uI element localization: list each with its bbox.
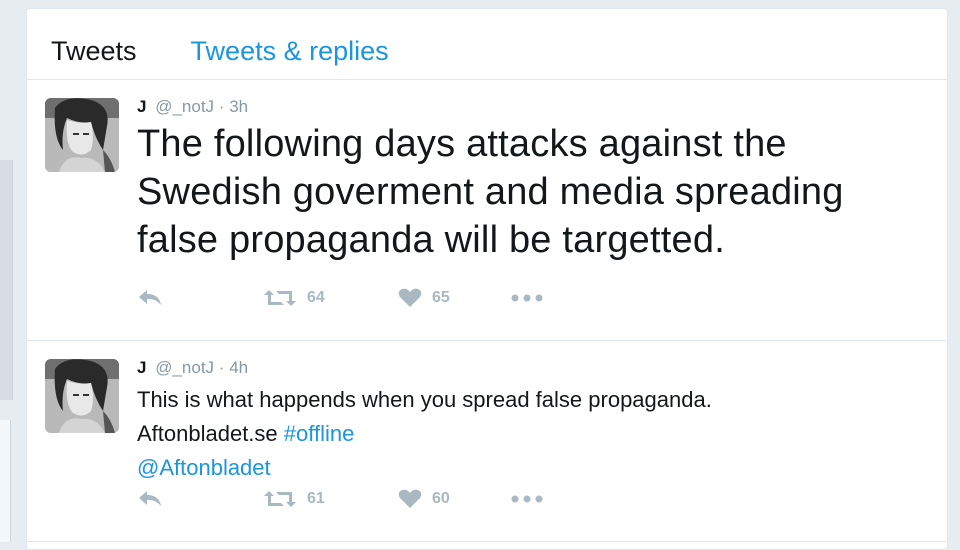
user-handle[interactable]: @_notJ — [155, 358, 214, 377]
background-card — [0, 420, 11, 542]
retweet-button[interactable]: 61 — [263, 489, 398, 509]
retweet-button[interactable]: 64 — [263, 288, 398, 308]
display-name[interactable]: J — [137, 97, 146, 116]
avatar[interactable] — [45, 98, 119, 172]
timestamp[interactable]: 3h — [229, 97, 248, 116]
background-sidebar — [0, 160, 13, 400]
tweet-text-line: @Aftonbladet — [137, 451, 927, 485]
more-icon — [511, 294, 543, 302]
tweet-header: J @_notJ · 4h — [137, 357, 927, 379]
tweet-item[interactable]: J @_notJ · 3h The following days attacks… — [27, 80, 947, 341]
tab-tweets[interactable]: Tweets — [51, 38, 137, 79]
tweet-actions: 64 65 — [137, 288, 544, 308]
profile-tabs: Tweets Tweets & replies — [27, 9, 947, 80]
tweet-actions: 61 60 — [137, 489, 544, 509]
reply-icon — [139, 491, 161, 506]
site-text: Aftonbladet.se — [137, 421, 278, 446]
more-icon — [511, 495, 543, 503]
like-count: 65 — [432, 289, 450, 306]
tweet-text-line: This is what happends when you spread fa… — [137, 387, 712, 412]
retweet-count: 61 — [307, 490, 325, 507]
like-count: 60 — [432, 490, 450, 507]
avatar[interactable] — [45, 359, 119, 433]
heart-icon — [398, 489, 422, 508]
retweet-count: 64 — [307, 289, 325, 306]
timestamp[interactable]: 4h — [229, 358, 248, 377]
reply-button[interactable] — [137, 288, 263, 308]
like-button[interactable]: 60 — [398, 489, 510, 509]
tweet-text-line: Aftonbladet.se #offline — [137, 417, 927, 451]
tweet-header: J @_notJ · 3h — [137, 96, 927, 118]
more-button[interactable] — [510, 494, 544, 504]
tweet-text: The following days attacks against the S… — [137, 123, 844, 261]
retweet-icon — [264, 491, 296, 507]
more-button[interactable] — [510, 293, 544, 303]
display-name[interactable]: J — [137, 358, 146, 377]
reply-icon — [139, 290, 161, 305]
tweet-text: This is what happends when you spread fa… — [137, 383, 927, 485]
tab-tweets-and-replies[interactable]: Tweets & replies — [191, 38, 389, 79]
separator: · — [218, 97, 225, 116]
heart-icon — [398, 288, 422, 307]
avatar-image — [45, 359, 119, 433]
mention-link[interactable]: @Aftonbladet — [137, 455, 271, 480]
retweet-icon — [264, 290, 296, 306]
avatar-image — [45, 98, 119, 172]
user-handle[interactable]: @_notJ — [155, 97, 214, 116]
tweet-content: J @_notJ · 4h This is what happends when… — [137, 357, 927, 485]
timeline-panel: Tweets Tweets & replies J @_notJ · 3h Th… — [26, 8, 948, 550]
tweet-content: J @_notJ · 3h The following days attacks… — [137, 96, 927, 264]
separator: · — [218, 358, 225, 377]
like-button[interactable]: 65 — [398, 288, 510, 308]
tweet-item[interactable]: J @_notJ · 4h This is what happends when… — [27, 341, 947, 542]
hashtag-link[interactable]: #offline — [284, 421, 355, 446]
reply-button[interactable] — [137, 489, 263, 509]
